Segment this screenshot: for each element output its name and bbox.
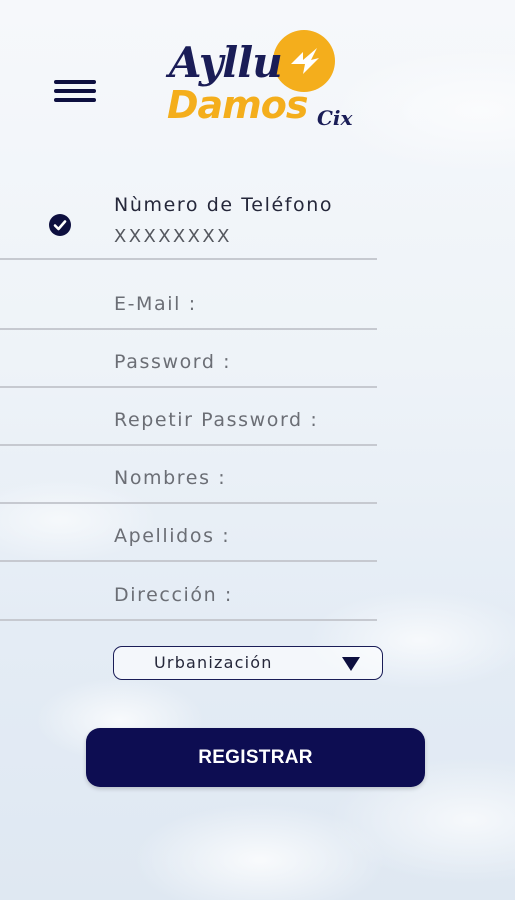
- dropdown-triangle-icon: [342, 657, 360, 671]
- register-button[interactable]: REGISTRAR: [86, 728, 425, 787]
- repeat-password-label: Repetir Password :: [114, 409, 319, 431]
- logo-text-ayllu: Ayllu: [169, 38, 283, 87]
- phone-label: Nùmero de Teléfono: [114, 194, 334, 216]
- password-label: Password :: [114, 351, 232, 373]
- menu-line: [54, 98, 96, 102]
- urbanizacion-selected-value: Urbanización: [154, 653, 273, 672]
- last-name-field[interactable]: Apellidos :: [0, 502, 377, 562]
- address-field[interactable]: Dirección :: [0, 561, 377, 621]
- app-logo: Ayllu Damos Cix: [165, 28, 365, 138]
- menu-line: [54, 89, 96, 93]
- email-field[interactable]: E-Mail :: [0, 270, 377, 330]
- logo-text-cix: Cix: [317, 106, 353, 130]
- logo-text-damos: Damos: [167, 83, 309, 127]
- hamburger-menu-icon[interactable]: [50, 76, 98, 108]
- phone-value[interactable]: XXXXXXXX: [114, 226, 232, 247]
- email-label: E-Mail :: [114, 293, 197, 315]
- menu-line: [54, 80, 96, 84]
- urbanizacion-select[interactable]: Urbanización: [113, 646, 383, 680]
- repeat-password-field[interactable]: Repetir Password :: [0, 386, 377, 446]
- first-name-label: Nombres :: [114, 467, 227, 489]
- check-circle-icon: [49, 214, 71, 236]
- address-label: Dirección :: [114, 584, 233, 606]
- phone-field[interactable]: Nùmero de Teléfono XXXXXXXX: [0, 194, 377, 260]
- password-field[interactable]: Password :: [0, 328, 377, 388]
- first-name-field[interactable]: Nombres :: [0, 444, 377, 504]
- last-name-label: Apellidos :: [114, 525, 231, 547]
